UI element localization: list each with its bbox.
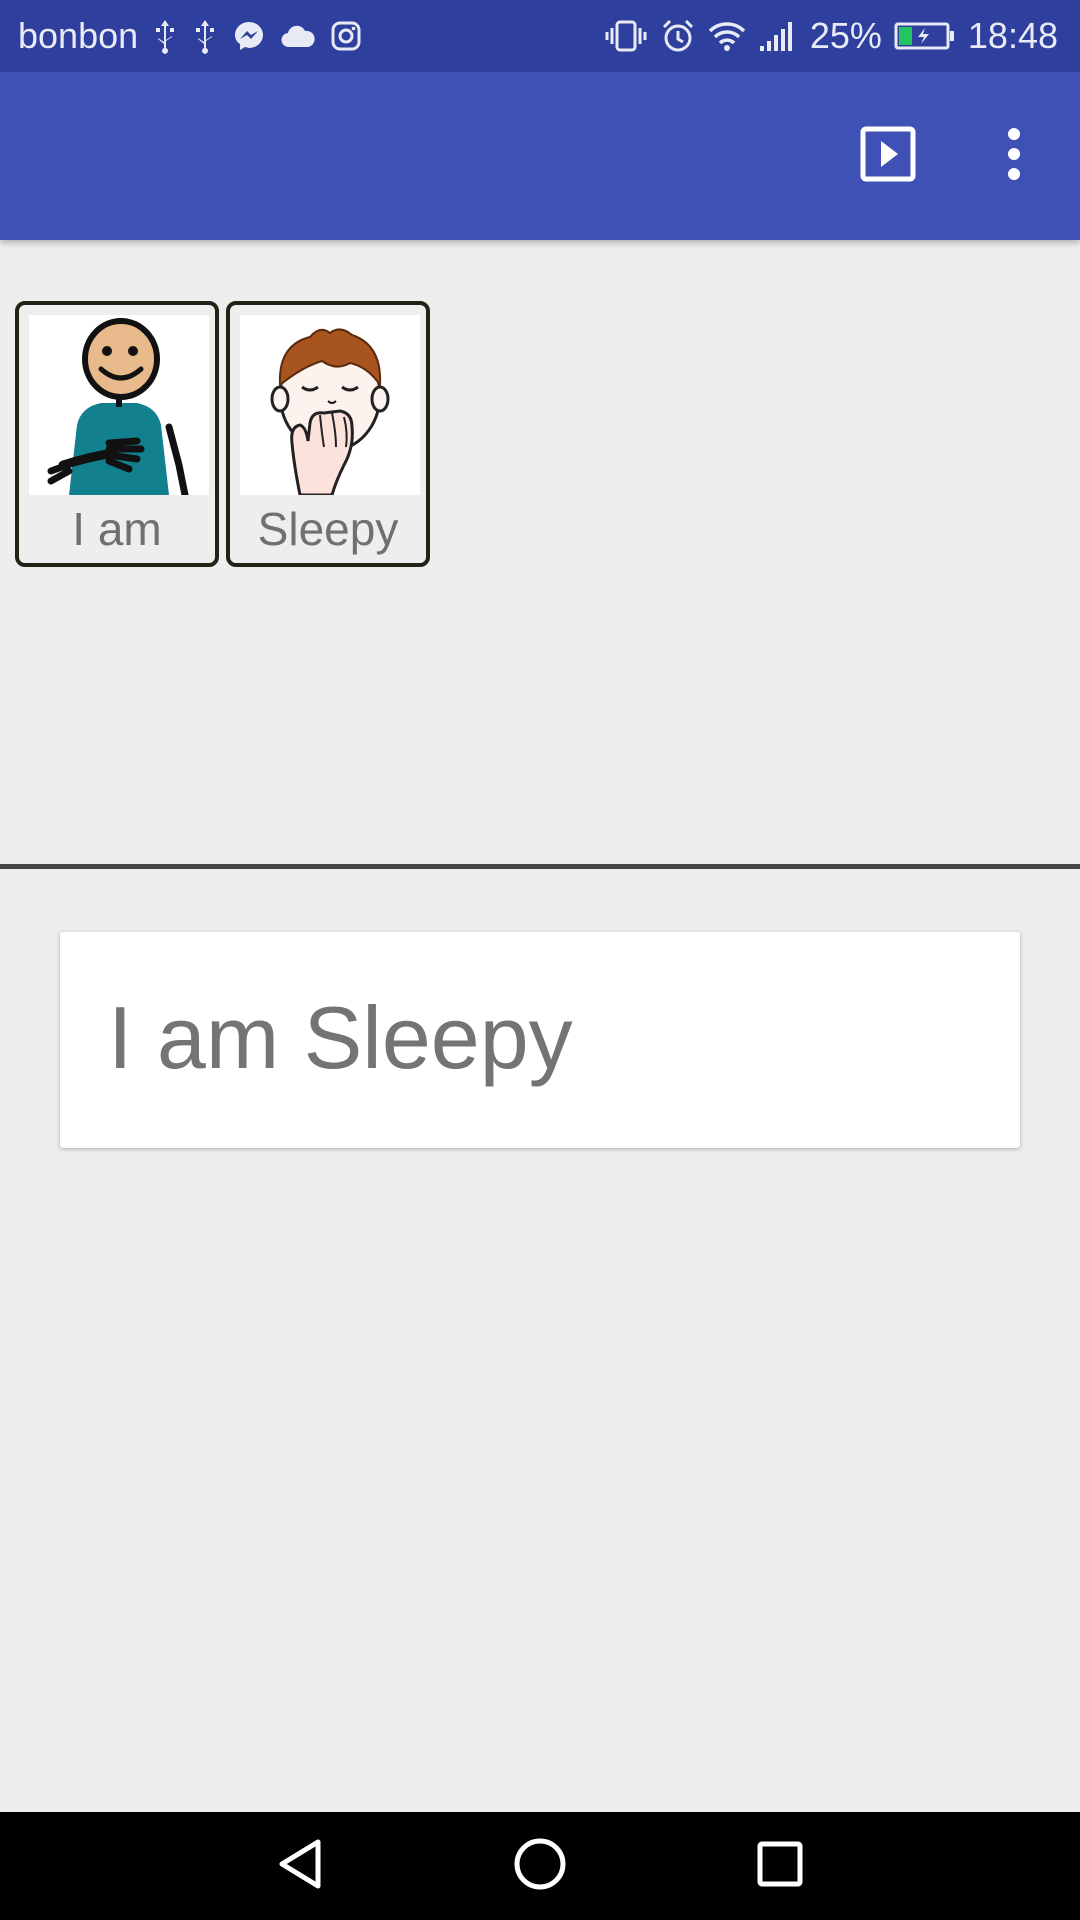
instagram-icon <box>330 20 362 52</box>
divider <box>0 864 1080 869</box>
symbol-card-sleepy[interactable]: Sleepy <box>226 301 430 567</box>
carrier-name: bonbon <box>18 15 139 56</box>
usb-icon <box>152 18 178 54</box>
sentence-text: I am Sleepy <box>108 988 573 1087</box>
recents-button[interactable] <box>750 1838 810 1894</box>
cloud-icon <box>280 23 316 49</box>
battery-charging-icon <box>894 21 956 51</box>
recents-icon <box>756 1840 804 1893</box>
app-bar <box>0 72 1080 240</box>
screen: bonbon 25% 18:48 I am Sleepy I am Sleepy <box>0 0 1080 1920</box>
sentence-box[interactable]: I am Sleepy <box>60 932 1020 1148</box>
symbol-label: Sleepy <box>257 503 399 555</box>
alarm-icon <box>660 18 696 54</box>
navigation-bar <box>0 1812 1080 1920</box>
vibrate-icon <box>604 19 648 53</box>
wifi-icon <box>708 20 746 52</box>
signal-icon <box>758 20 798 52</box>
symbol-label: I am <box>72 503 162 555</box>
usb-icon <box>192 18 218 54</box>
home-button[interactable] <box>510 1838 570 1894</box>
status-right: 25% 18:48 <box>604 15 1058 57</box>
symbol-card-i-am[interactable]: I am <box>15 301 219 567</box>
battery-percent: 25% <box>809 15 882 56</box>
clock-time: 18:48 <box>967 15 1058 56</box>
play-icon <box>860 126 916 187</box>
back-button[interactable] <box>270 1838 330 1894</box>
status-left: bonbon <box>18 15 362 57</box>
play-button[interactable] <box>850 118 926 194</box>
yawning-boy-icon <box>240 315 420 495</box>
messenger-icon <box>232 19 266 53</box>
back-icon <box>276 1838 324 1895</box>
person-pointing-self-icon <box>29 315 209 495</box>
more-options-button[interactable] <box>976 118 1052 194</box>
symbol-strip: I am Sleepy <box>0 240 1080 864</box>
home-icon <box>513 1837 567 1896</box>
status-bar: bonbon 25% 18:48 <box>0 0 1080 72</box>
more-vert-icon <box>1004 126 1024 187</box>
